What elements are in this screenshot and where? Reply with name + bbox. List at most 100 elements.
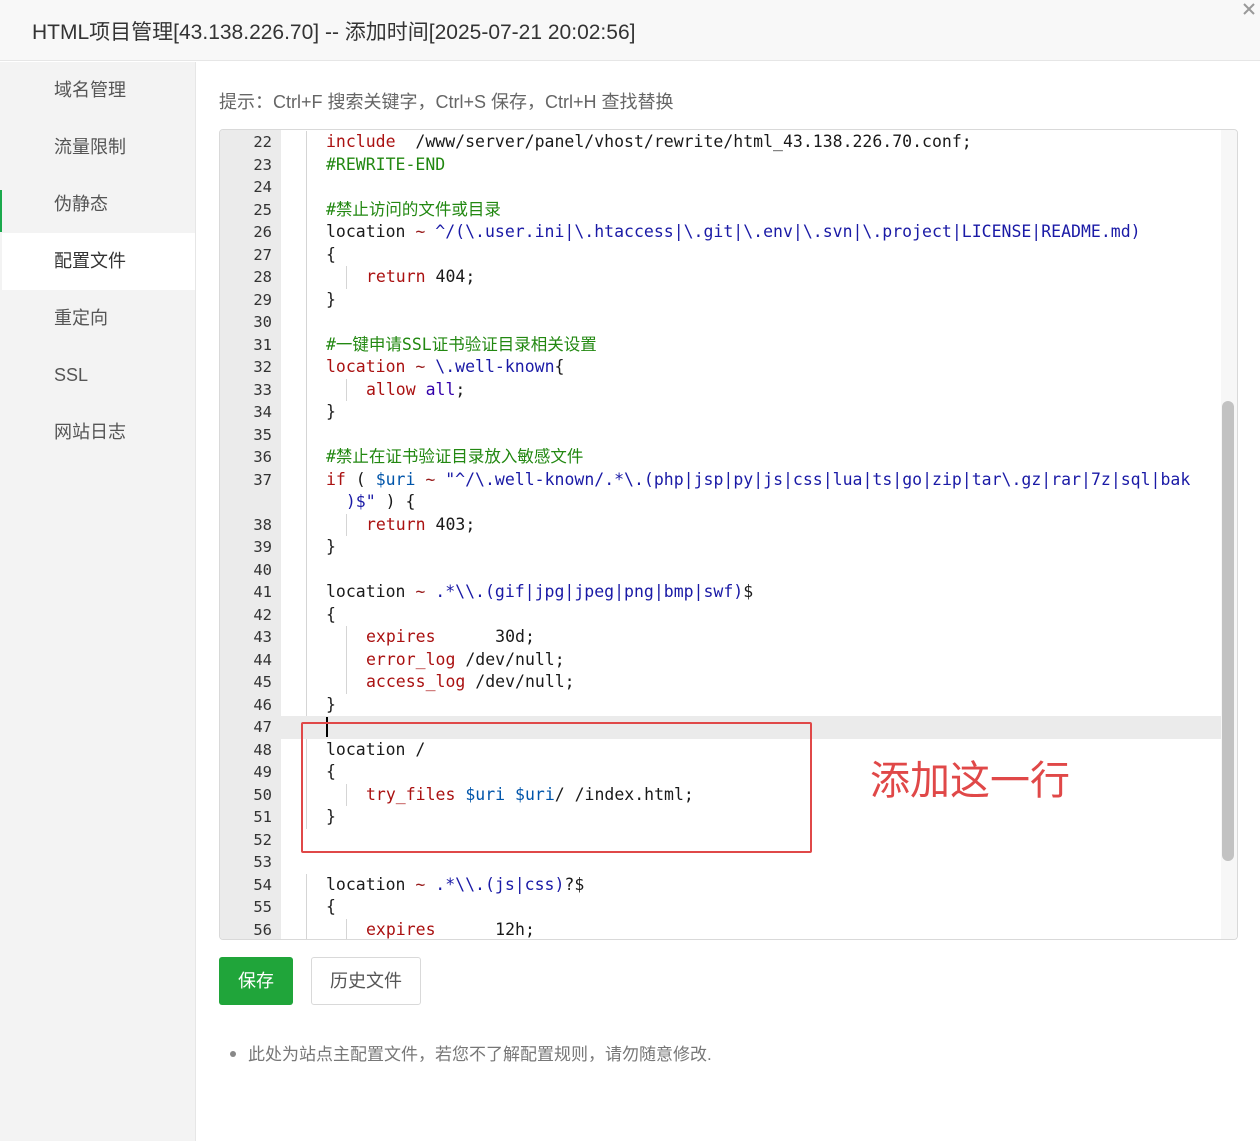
code-line[interactable]: 30 [220,311,1222,334]
code-line[interactable]: 39} [220,536,1222,559]
code-line[interactable]: 44 error_log /dev/null; [220,648,1222,671]
code-text: expires 12h; [366,919,535,939]
sidebar-item-site-log[interactable]: 网站日志 [2,404,195,461]
indent-guide [306,288,307,311]
code-line[interactable]: 22 include /www/server/panel/vhost/rewrit… [220,131,1222,154]
editor-scrollbar[interactable] [1221,130,1237,939]
shortcut-hint: 提示：Ctrl+F 搜索关键字，Ctrl+S 保存，Ctrl+H 查找替换 [219,92,674,112]
line-number: 34 [253,403,272,421]
sidebar-item-redirect[interactable]: 重定向 [2,290,195,347]
code-text: return 404; [366,267,476,286]
code-text: { [326,604,336,624]
line-number: 42 [253,605,272,624]
indent-guide [306,401,307,424]
save-button[interactable]: 保存 [219,957,293,1005]
code-line[interactable]: 33 allow all; [220,378,1222,401]
active-edge-indicator [0,190,2,232]
indent-guide [306,378,307,401]
bullet-icon [230,1050,236,1057]
code-text: expires 30d; [366,627,535,646]
code-line[interactable]: 53 [220,851,1222,874]
line-number: 29 [253,290,272,309]
line-number: 30 [253,313,272,331]
code-text: )$" ) { [326,492,416,511]
code-line[interactable]: 46} [220,693,1222,716]
indent-guide [306,266,307,289]
line-number: 24 [253,178,272,196]
code-text: access_log /dev/null; [366,672,575,691]
indent-guide [306,603,307,626]
indent-guide [306,468,307,491]
code-line[interactable]: 29} [220,288,1222,311]
code-line[interactable]: 34} [220,401,1222,424]
line-number: 28 [253,268,272,286]
indent-guide [306,131,307,154]
indent-guide [306,873,307,896]
line-number: 54 [253,875,272,894]
line-number: 27 [253,245,272,264]
code-text: return 403; [366,514,476,534]
indent-guide [306,648,307,671]
code-line[interactable]: 42 { [220,603,1222,626]
dialog-titlebar: HTML项目管理[43.138.226.70] -- 添加时间[2025-07-… [0,0,1260,61]
indent-guide [306,536,307,559]
line-number: 37 [253,470,272,489]
sidebar-item-config-file[interactable]: 配置文件 [2,233,195,290]
close-icon[interactable] [1242,2,1256,16]
code-line[interactable]: 55 { [220,896,1222,919]
code-line[interactable]: 24 [220,176,1222,199]
sidebar-item-domain[interactable]: 域名管理 [2,62,195,119]
history-files-button[interactable]: 历史文件 [311,957,421,1005]
indent-guide [346,626,347,649]
line-number: 35 [253,425,272,444]
code-text: } [326,694,336,714]
line-number: 45 [253,673,272,691]
indent-guide [306,311,307,334]
code-line[interactable]: 54 location ~ .*\\.(js|css)?$ [220,873,1222,896]
code-line[interactable]: 25 #禁止访问的文件或目录 [220,198,1222,221]
code-line[interactable]: 26 location ~ ^/(\.user.ini|\.htaccess|\.… [220,221,1222,244]
line-number: 33 [253,380,272,399]
line-number: 50 [253,785,272,804]
annotation-label: 添加这一行 [870,758,1070,804]
code-line[interactable]: 38 return 403; [220,513,1222,536]
line-number: 36 [253,448,272,466]
code-line[interactable]: 28 return 404; [220,266,1222,289]
code-line[interactable]: 23 #REWRITE-END [220,153,1222,176]
sidebar-item-rewrite[interactable]: 伪静态 [2,176,195,233]
code-line[interactable]: 27 { [220,243,1222,266]
config-warning-note: 此处为站点主配置文件，若您不了解配置规则，请勿随意修改. [230,1040,712,1065]
line-number: 23 [253,155,272,174]
dialog-title: HTML项目管理[43.138.226.70] -- 添加时间[2025-07-… [32,21,636,44]
sidebar-item-traffic-limit[interactable]: 流量限制 [2,119,195,176]
indent-guide [306,333,307,356]
line-number: 25 [253,200,272,219]
scrollbar-thumb[interactable] [1222,401,1234,861]
code-line[interactable]: 35 [220,423,1222,446]
indent-guide [346,266,347,289]
indent-guide [306,356,307,379]
code-text: allow all; [366,379,466,399]
code-text: location ~ \.well-known{ [326,357,565,376]
code-text: error_log /dev/null; [366,649,565,669]
code-line[interactable]: 43 expires 30d; [220,626,1222,649]
code-line[interactable]: 32 location ~ \.well-known{ [220,356,1222,379]
line-number: 31 [253,335,272,354]
code-line[interactable]: 41 location ~ .*\\.(gif|jpg|jpeg|png|bmp|… [220,581,1222,604]
code-line[interactable]: 37 if ( $uri ~ "^/\.well-known/.*\.(php|j… [220,468,1222,491]
code-text: if ( $uri ~ "^/\.well-known/.*\.(php|jsp… [326,469,1191,489]
line-number: 38 [253,515,272,534]
line-number: 53 [253,853,272,871]
indent-guide [306,558,307,581]
code-line[interactable]: 45 access_log /dev/null; [220,671,1222,694]
code-line[interactable]: 40 [220,558,1222,581]
code-line[interactable]: 56 expires 12h; [220,918,1222,939]
indent-guide [306,198,307,221]
code-line[interactable]: 36 #禁止在证书验证目录放入敏感文件 [220,446,1222,469]
sidebar-item-ssl[interactable]: SSL [2,347,195,404]
line-number: 41 [253,583,272,601]
line-number: 56 [253,920,272,939]
indent-guide [306,918,307,939]
code-line[interactable]: 31 #一键申请SSL证书验证目录相关设置 [220,333,1222,356]
code-line[interactable]: )$" ) { [220,491,1222,514]
